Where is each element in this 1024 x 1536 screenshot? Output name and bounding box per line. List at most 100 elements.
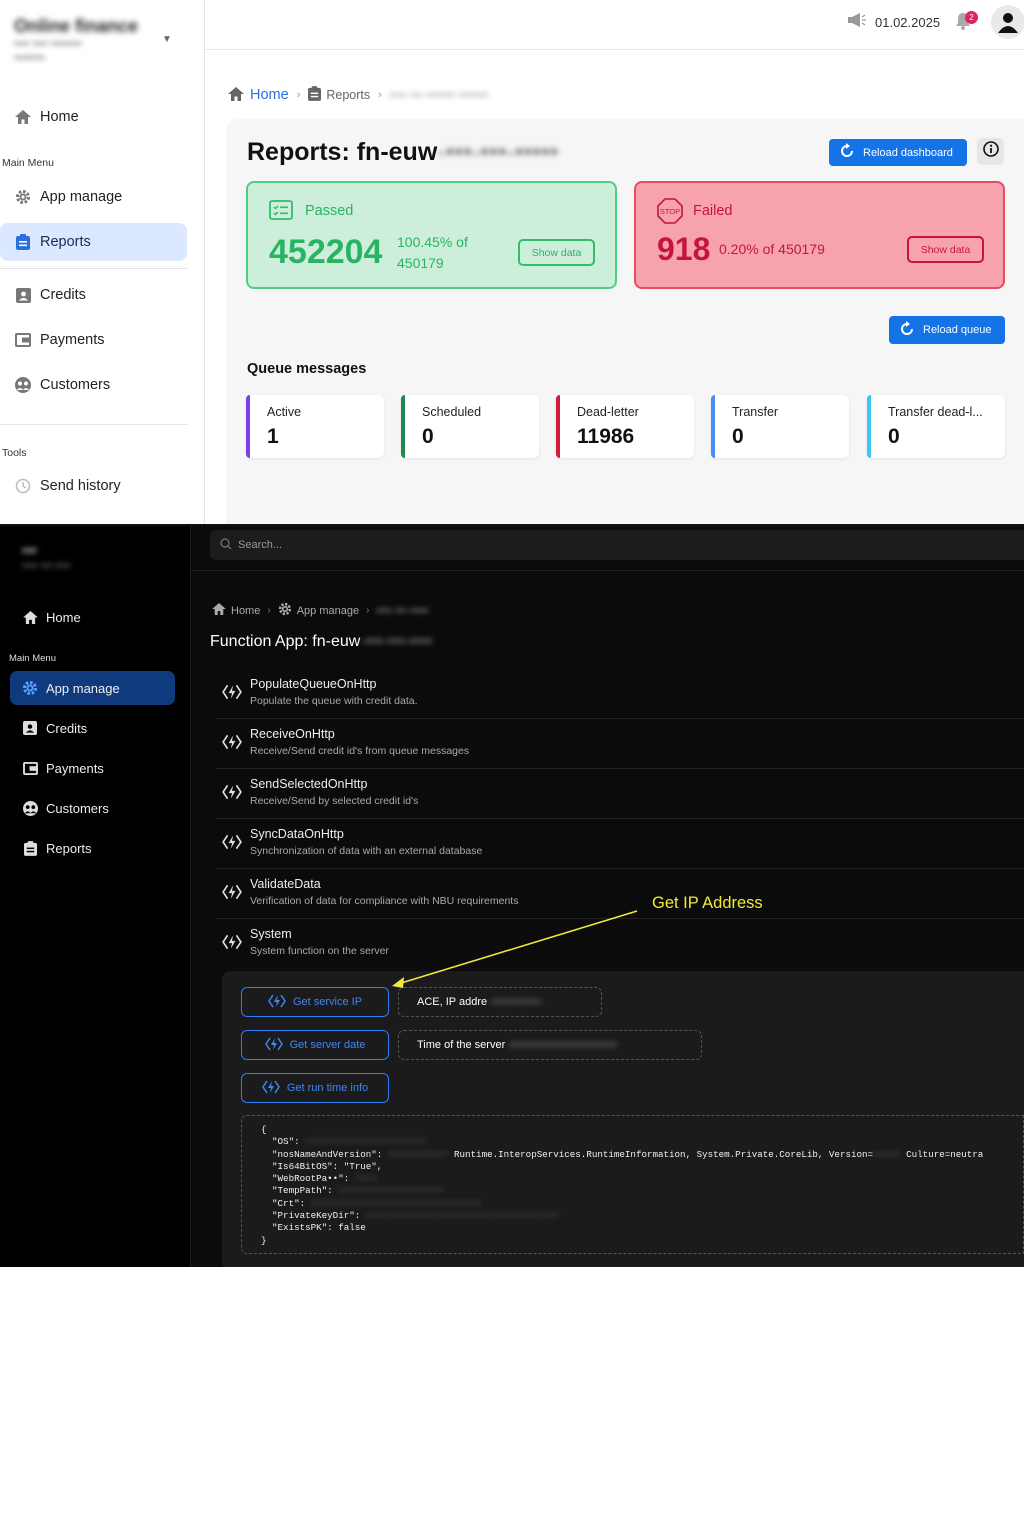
chevron-down-icon[interactable]: ▼ [162,34,172,45]
top-bar: 01.02.2025 2 [205,0,1024,50]
function-name: PopulateQueueOnHttp [250,677,377,691]
sidebar-item-send-history[interactable]: Send history [0,467,187,505]
id-card-icon [22,720,38,736]
code-line: "WebRootPa••": [272,1173,350,1185]
notification-badge: 2 [965,11,978,24]
queue-card-label: Transfer [732,405,779,419]
time-label: Time of the server [417,1039,506,1051]
home-icon [228,86,244,104]
sidebar-item-app-manage[interactable]: App manage [0,178,187,216]
function-description: Populate the queue with credit data. [250,695,418,707]
sidebar-item-customers[interactable]: Customers [10,791,175,825]
get-server-date-button[interactable]: Get server date [241,1030,389,1060]
sidebar-item-label: Payments [40,332,105,348]
function-row[interactable]: PopulateQueueOnHttp Populate the queue wi… [216,669,1024,719]
page-title: Reports: fn-euw-•••-•••-••••• [247,138,559,167]
chevron-right-icon: › [366,605,370,616]
runtime-info-output: { "OS": •••••••••••••••••••••• "nosNameA… [241,1115,1024,1254]
function-row[interactable]: SendSelectedOnHttp Receive/Send by select… [216,769,1024,819]
clipboard-icon [308,86,322,104]
sidebar-item-label: Credits [46,720,88,736]
sidebar-item-credits[interactable]: Credits [10,711,175,745]
code-line: "TempPath": [272,1185,333,1197]
sidebar-item-reports[interactable]: Reports [10,831,175,865]
sidebar-item-label: Send history [40,478,121,494]
queue-card: Transfer dead-l... 0 [867,395,1005,458]
gear-icon [278,602,292,619]
sidebar-item-label: Payments [46,760,104,776]
annotation-label: Get IP Address [652,894,763,912]
queue-card-accent [711,395,715,458]
breadcrumb-home[interactable]: Home [231,605,260,617]
reload-queue-button[interactable]: Reload queue [889,316,1005,344]
title-text: Reports: fn-euw [247,138,438,166]
code-line: "Is64BitOS": "True", [272,1160,383,1172]
code-redacted: ••••••••••• [387,1148,449,1160]
code-redacted: •••• [354,1173,377,1185]
passed-show-data-button[interactable]: Show data [518,239,595,266]
sidebar-item-label: App manage [46,680,120,696]
info-icon [982,141,999,162]
sidebar-item-reports[interactable]: Reports [0,223,187,261]
megaphone-icon[interactable] [848,13,866,30]
sidebar-item-customers[interactable]: Customers [0,366,187,404]
reload-dashboard-button[interactable]: Reload dashboard [829,139,967,166]
get-run-time-info-button[interactable]: Get run time info [241,1073,389,1103]
function-row[interactable]: SyncDataOnHttp Synchronization of data wi… [216,819,1024,869]
clipboard-icon [14,233,32,251]
section-tools: Tools [2,447,27,459]
failed-label: Failed [693,203,733,219]
brand-subtitle-2: •••••••• [14,52,45,64]
breadcrumb-reports[interactable]: Reports [326,88,370,102]
get-service-ip-button[interactable]: Get service IP [241,987,389,1017]
function-icon [268,994,286,1011]
reload-dashboard-label: Reload dashboard [863,146,953,159]
section-main-menu: Main Menu [9,653,56,664]
code-line: "OS": [272,1136,300,1148]
function-icon [222,934,242,955]
queue-card-value: 0 [422,425,434,448]
chevron-right-icon: › [296,89,301,101]
gear-icon [22,680,38,696]
title-redacted: -•••-•••-•••• [360,633,433,650]
function-icon [222,834,242,855]
title-text: Function App: fn-euw [210,633,361,650]
queue-card: Dead-letter 11986 [556,395,694,458]
page-title: Function App: fn-euw-•••-•••-•••• [210,633,432,651]
divider [0,268,187,269]
ip-value: ••••••••••••• [491,996,542,1008]
function-name: System [250,927,292,941]
queue-card-accent [556,395,560,458]
code-redacted: ••••••••••••••••••• [338,1185,443,1197]
queue-card-value: 0 [732,425,744,448]
queue-card-accent [867,395,871,458]
passed-label: Passed [305,203,354,219]
home-icon [212,603,226,618]
button-label: Get service IP [292,996,363,1008]
failed-show-data-button[interactable]: Show data [907,236,984,263]
sidebar-item-app-manage[interactable]: App manage [10,671,175,705]
failed-card: STOP Failed 918 0.20% of 450179 Show dat… [634,181,1005,289]
search-input[interactable]: Search... [210,530,1024,560]
code-line: "Crt": [272,1197,306,1209]
sidebar-item-payments[interactable]: Payments [0,321,187,359]
list-check-icon [269,200,293,225]
sidebar-item-home[interactable]: Home [10,600,175,634]
breadcrumb-home[interactable]: Home [250,87,289,103]
sidebar-item-home[interactable]: Home [0,98,187,136]
id-card-icon [14,286,32,304]
sidebar-item-label: Customers [46,800,109,816]
sidebar-item-credits[interactable]: Credits [0,276,187,314]
queue-card-value: 0 [888,425,900,448]
reload-queue-label: Reload queue [923,324,992,336]
sidebar-item-label: Customers [40,377,111,393]
light-screenshot: Online finance •••• •••• •••••••• ••••••… [0,0,1024,524]
time-value: •••••••••••••••••••••••••••• [509,1039,618,1051]
avatar[interactable] [991,5,1024,39]
breadcrumb-current: •••• ••• ••••••• ••••••• [389,88,489,102]
breadcrumb-app-manage[interactable]: App manage [297,605,359,617]
info-button[interactable] [977,138,1004,165]
dark-sidebar: ••• •••• ••• •••• Home Main Menu App man… [0,526,191,1267]
function-row[interactable]: ReceiveOnHttp Receive/Send credit id's fr… [216,719,1024,769]
sidebar-item-payments[interactable]: Payments [10,751,175,785]
